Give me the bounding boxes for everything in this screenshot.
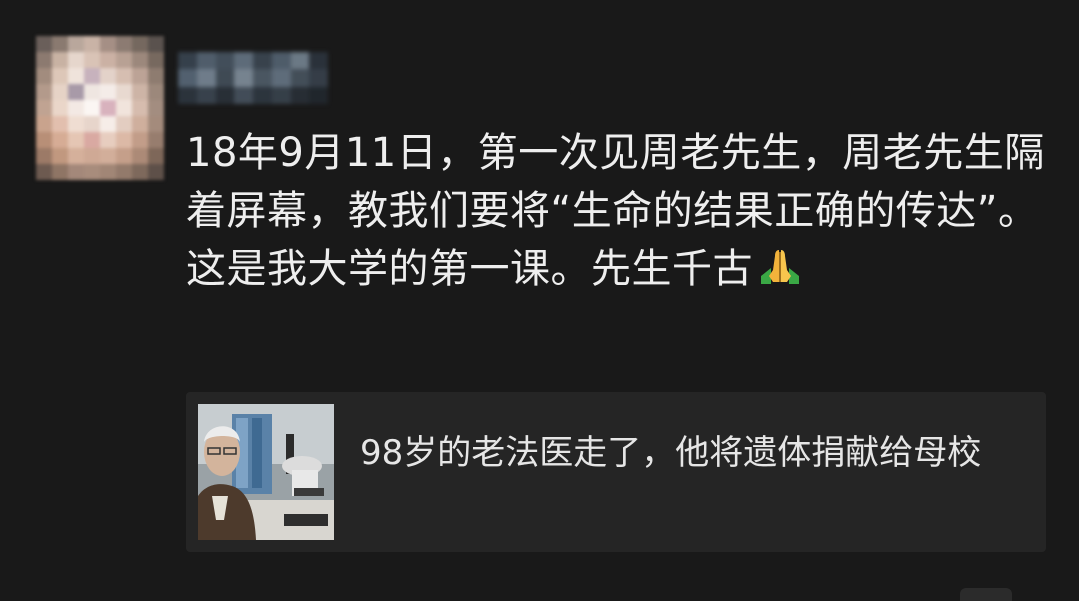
more-button[interactable] (960, 588, 1012, 601)
moment-post: 18年9月11日，第一次见周老先生，周老先生隔着屏幕，教我们要将“生命的结果正确… (0, 0, 1079, 601)
article-title: 98岁的老法医走了，他将遗体捐献给母校 (360, 433, 982, 473)
folded-hands-icon (757, 246, 803, 304)
username[interactable] (178, 52, 328, 104)
article-thumbnail (198, 404, 334, 540)
post-text: 18年9月11日，第一次见周老先生，周老先生隔着屏幕，教我们要将“生命的结果正确… (186, 124, 1046, 304)
avatar[interactable] (36, 36, 164, 180)
link-card[interactable]: 98岁的老法医走了，他将遗体捐献给母校 (186, 392, 1046, 552)
post-text-content: 18年9月11日，第一次见周老先生，周老先生隔着屏幕，教我们要将“生命的结果正确… (186, 130, 1045, 292)
